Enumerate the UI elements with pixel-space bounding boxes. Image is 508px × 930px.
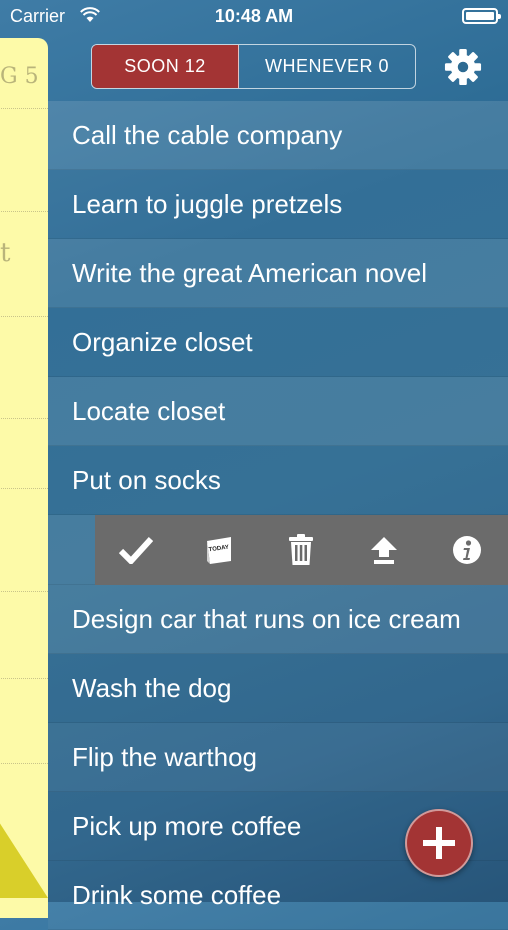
info-button[interactable] — [444, 527, 490, 573]
task-row[interactable]: Put on socks — [48, 446, 508, 515]
task-title: Wash the dog — [72, 672, 232, 703]
task-title: Call the cable company — [72, 119, 343, 150]
task-title: Put on socks — [72, 464, 221, 495]
task-action-row: TODAY — [48, 515, 508, 585]
task-row[interactable]: Design car that runs on ice cream — [48, 585, 508, 654]
notepad-line — [0, 763, 48, 764]
task-row[interactable]: Locate closet — [48, 377, 508, 446]
notepad-line — [0, 211, 48, 212]
task-title: Flip the warthog — [72, 741, 257, 772]
notepad-page-fold — [0, 808, 48, 898]
gear-icon[interactable] — [444, 48, 482, 86]
notepad-line — [0, 678, 48, 679]
trash-icon — [289, 534, 314, 565]
task-row[interactable]: Organize closet — [48, 308, 508, 377]
status-bar: Carrier 10:48 AM — [0, 0, 508, 34]
notepad-line — [0, 418, 48, 419]
task-row[interactable]: Wash the dog — [48, 654, 508, 723]
task-title: Learn to juggle pretzels — [72, 188, 343, 219]
notepad-scrap-text: t — [0, 238, 11, 268]
tab-soon[interactable]: SOON 12 — [92, 45, 239, 88]
add-task-button[interactable] — [405, 809, 473, 877]
complete-button[interactable] — [113, 527, 159, 573]
notepad-line — [0, 591, 48, 592]
move-up-icon — [371, 537, 398, 564]
check-icon — [119, 536, 154, 564]
notepad-line — [0, 316, 48, 317]
info-icon — [452, 536, 481, 564]
notepad-panel[interactable]: G 5 t — [0, 38, 48, 918]
plus-icon — [423, 827, 455, 859]
list-segment-control: SOON 12 WHENEVER 0 — [91, 44, 416, 89]
notepad-line — [0, 488, 48, 489]
task-list: Call the cable company Learn to juggle p… — [48, 101, 508, 930]
task-title: Write the great American novel — [72, 257, 428, 288]
battery-icon — [462, 8, 501, 24]
task-title: Organize closet — [72, 326, 253, 357]
today-icon: TODAY — [206, 537, 231, 564]
notepad-scrap-text: G 5 — [0, 64, 39, 89]
notepad-line — [0, 108, 48, 109]
task-title: Locate closet — [72, 395, 226, 426]
move-up-button[interactable] — [361, 527, 407, 573]
task-title: Design car that runs on ice cream — [72, 603, 461, 634]
task-action-bar: TODAY — [95, 515, 508, 585]
task-title: Pick up more coffee — [72, 810, 302, 841]
move-to-today-button[interactable]: TODAY — [196, 527, 242, 573]
tab-whenever[interactable]: WHENEVER 0 — [239, 45, 415, 88]
task-row[interactable]: Flip the warthog — [48, 723, 508, 792]
task-row[interactable]: Call the cable company — [48, 101, 508, 170]
clock: 10:48 AM — [214, 6, 294, 26]
task-row[interactable]: Write the great American novel — [48, 239, 508, 308]
delete-button[interactable] — [278, 527, 324, 573]
task-title: Drink some coffee — [72, 879, 282, 910]
task-row[interactable]: Learn to juggle pretzels — [48, 170, 508, 239]
